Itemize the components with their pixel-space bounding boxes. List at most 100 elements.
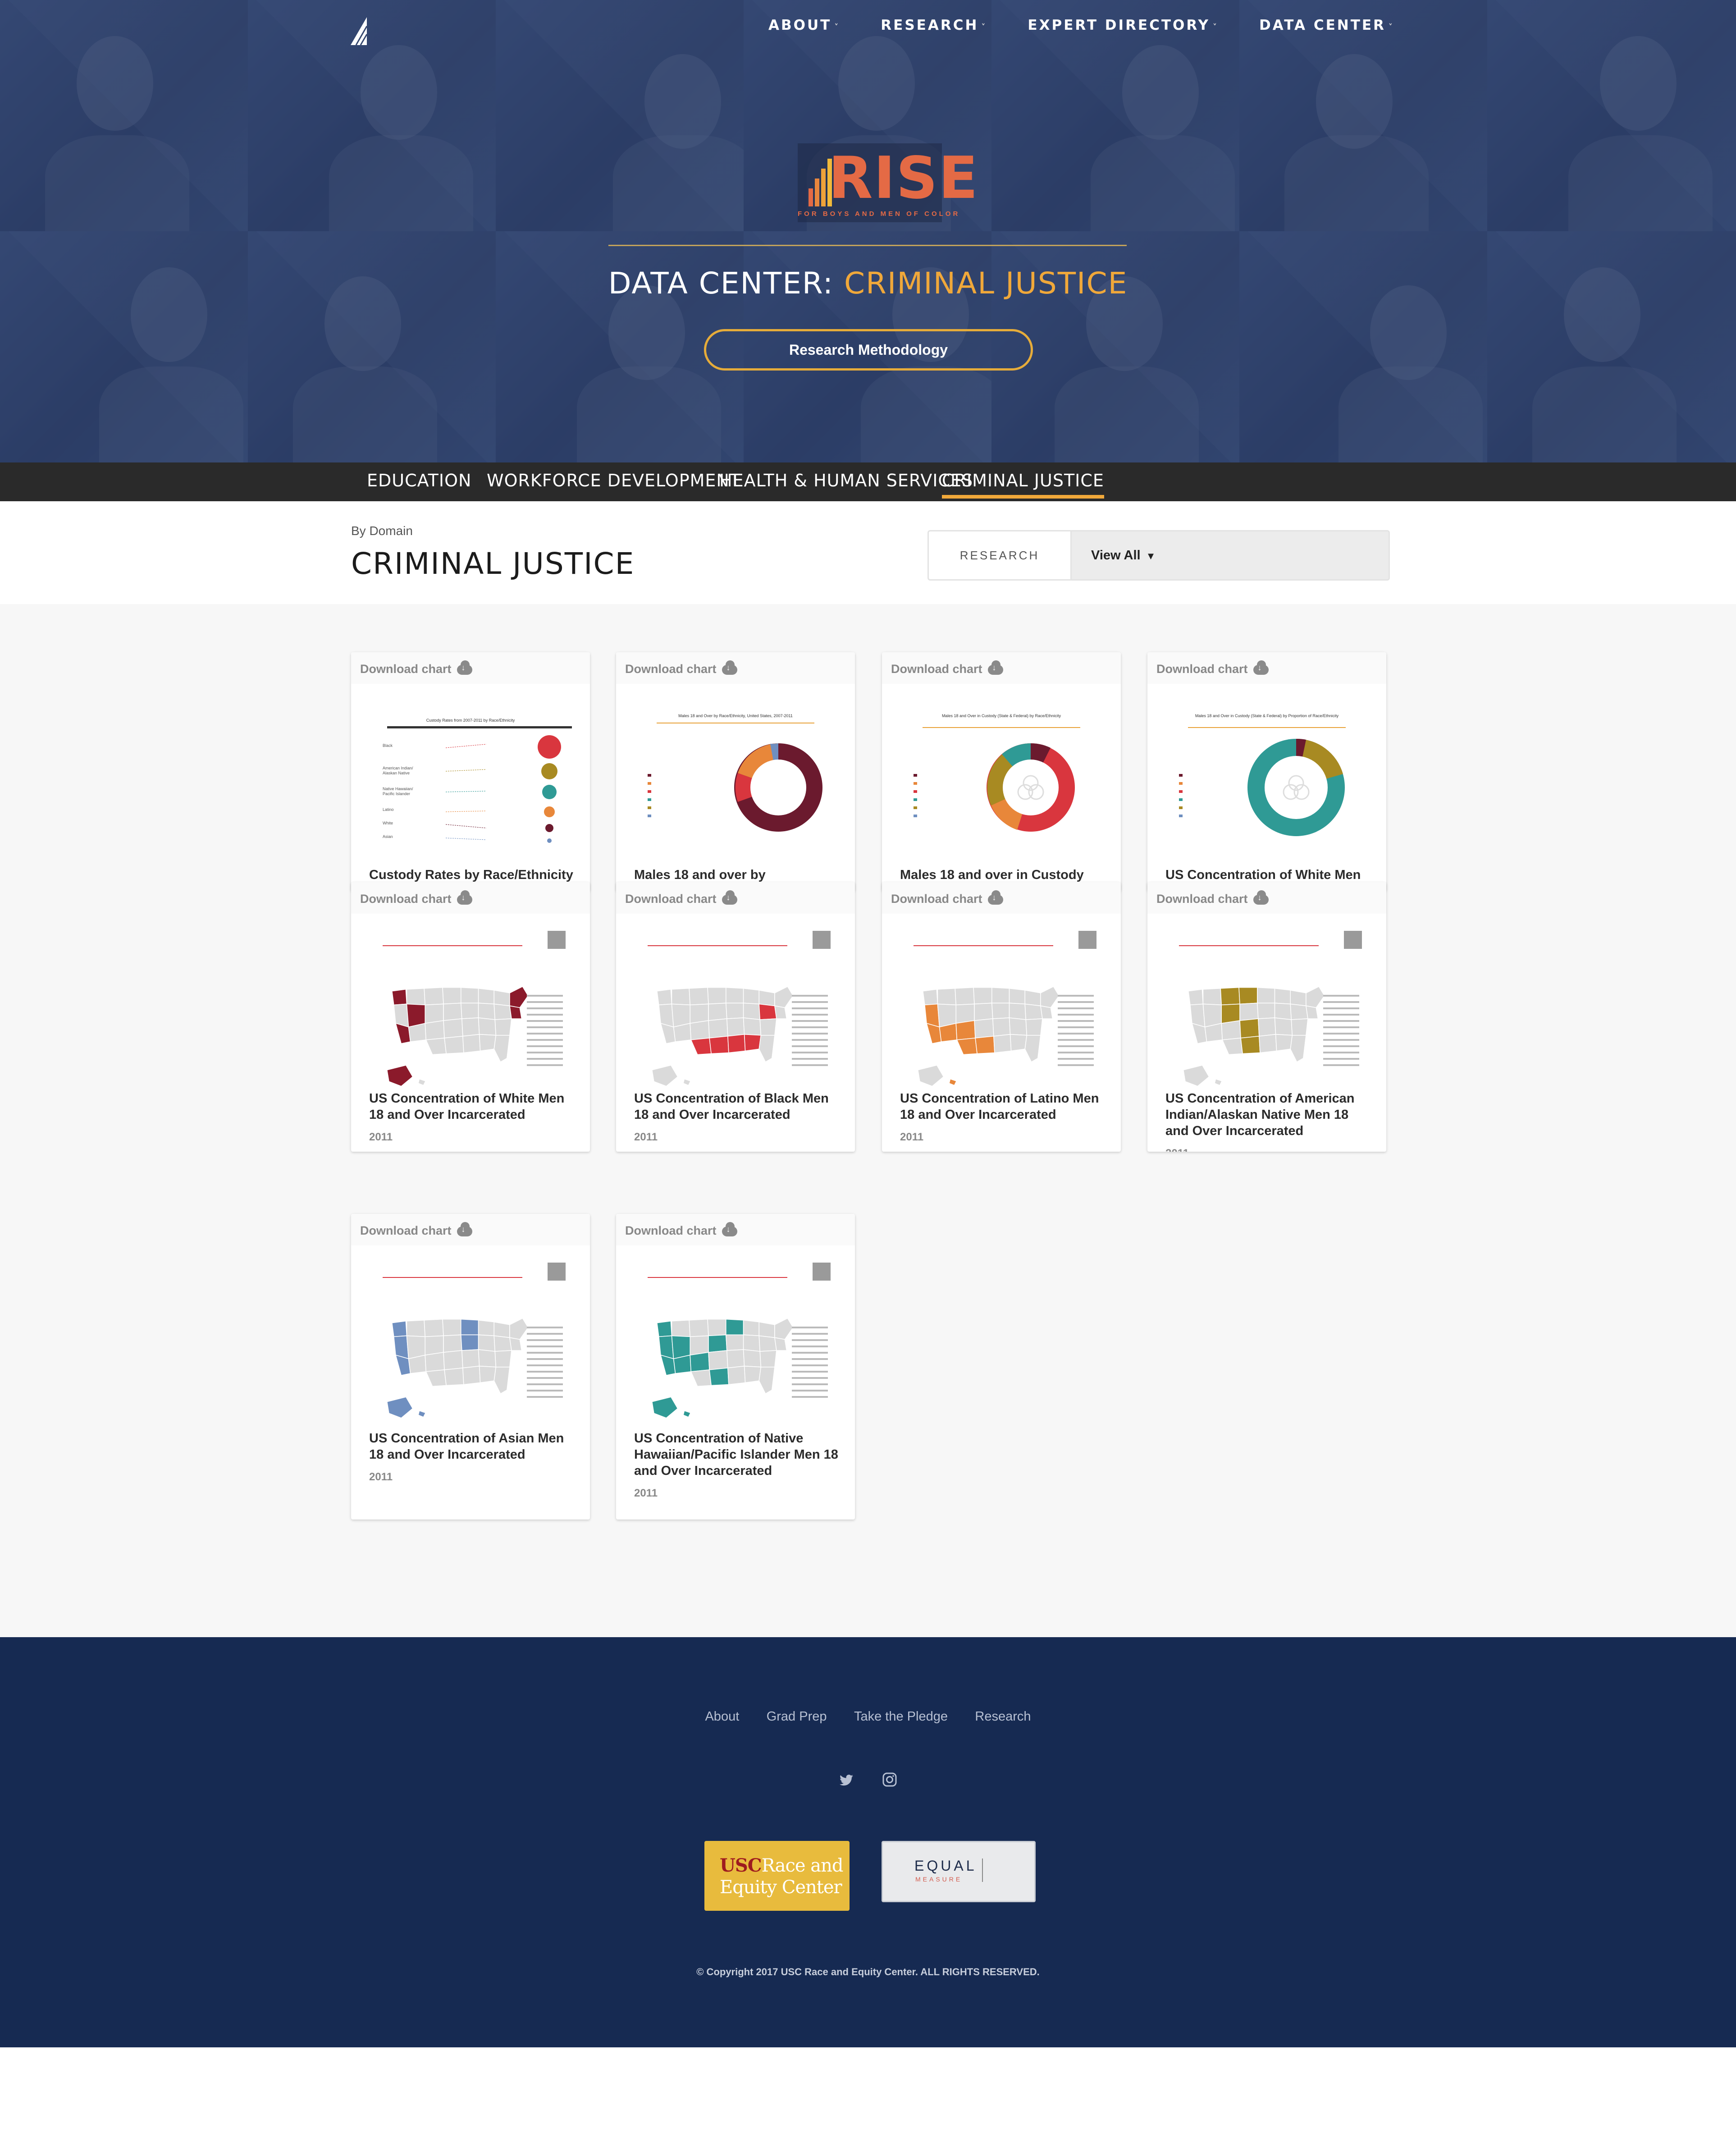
legend-row	[792, 1364, 828, 1366]
us-map-svg	[1179, 931, 1362, 1086]
map-state	[1275, 1034, 1293, 1052]
map-state	[391, 1320, 407, 1337]
map-state	[406, 1003, 426, 1028]
map-hawaii	[1215, 1079, 1222, 1085]
nav-about[interactable]: ABOUT ˅	[768, 17, 840, 33]
download-chart-link[interactable]: Download chart	[891, 890, 1003, 906]
chart-card[interactable]: Download chart Custody Rates from 2007-2…	[351, 652, 590, 891]
map-state	[939, 1023, 958, 1042]
rise-logo-subtitle: FOR BOYS AND MEN OF COLOR	[798, 210, 960, 218]
map-alaska	[387, 1066, 412, 1086]
filter-dropdown[interactable]: View All ▼	[1091, 531, 1156, 579]
map-state	[509, 1337, 522, 1351]
tab-education[interactable]: EDUCATION	[367, 471, 471, 490]
map-state	[955, 1020, 976, 1040]
twitter-icon[interactable]	[838, 1774, 854, 1790]
legend-row	[1058, 1045, 1094, 1047]
nav-research[interactable]: RESEARCH ˅	[881, 17, 987, 33]
map-state	[690, 1003, 709, 1024]
legend-row	[527, 1039, 563, 1041]
map-state	[1274, 1002, 1292, 1020]
nav-data-center[interactable]: DATA CENTER ˅	[1259, 17, 1394, 33]
rise-badge-icon	[1344, 931, 1362, 949]
map-state	[478, 1319, 495, 1337]
chart-card[interactable]: Download chart Males 18 and Over by Race…	[616, 652, 855, 891]
map-state	[478, 1017, 497, 1036]
map-state	[493, 1335, 512, 1352]
legend-row	[792, 1327, 828, 1328]
download-chart-link[interactable]: Download chart	[360, 1222, 472, 1238]
map-state	[425, 1038, 447, 1055]
chart-card[interactable]: Download chart US Concentration of Black…	[616, 882, 855, 1152]
map-state	[727, 1034, 746, 1053]
map-state	[444, 1035, 464, 1054]
download-chart-link[interactable]: Download chart	[1156, 890, 1269, 906]
map-state	[726, 1318, 744, 1336]
card-year: 2011	[1165, 1147, 1189, 1152]
legend-row	[527, 1358, 563, 1360]
legend-row	[527, 1390, 563, 1391]
map-state	[690, 1369, 712, 1387]
map-state	[673, 1023, 692, 1042]
map-hawaii	[949, 1079, 956, 1085]
chart-card[interactable]: Download chart US Concentration of Latin…	[882, 882, 1121, 1152]
map-state	[992, 1017, 1011, 1037]
map-title-rule	[383, 1277, 522, 1278]
download-chart-link[interactable]: Download chart	[1156, 660, 1269, 676]
footer-link-research[interactable]: Research	[975, 1709, 1031, 1724]
chart-card[interactable]: Download chart Males 18 and Over in Cust…	[1147, 652, 1386, 891]
usc-race-equity-logo[interactable]: USCRace and Equity Center	[704, 1841, 850, 1911]
chart-card[interactable]: Download chart US Concentration of Nativ…	[616, 1214, 855, 1520]
download-chart-link[interactable]: Download chart	[625, 1222, 737, 1238]
map-state	[1306, 986, 1325, 1008]
download-chart-link[interactable]: Download chart	[360, 660, 472, 676]
nav-expert-directory[interactable]: EXPERT DIRECTORY ˅	[1028, 17, 1219, 33]
cloud-download-icon	[457, 1222, 472, 1236]
footer-link-take-the-pledge[interactable]: Take the Pledge	[854, 1709, 948, 1724]
hero-title-prefix: DATA CENTER:	[608, 266, 844, 301]
map-state	[956, 1038, 978, 1055]
map-state	[462, 1034, 481, 1053]
svg-text:Native Hawaiian/: Native Hawaiian/	[383, 787, 413, 791]
cloud-download-icon	[457, 660, 472, 675]
chart-card[interactable]: Download chart Males 18 and Over in Cust…	[882, 652, 1121, 891]
legend-row	[792, 1396, 828, 1398]
map-state	[673, 1355, 692, 1374]
download-chart-link[interactable]: Download chart	[625, 660, 737, 676]
map-state	[743, 1349, 762, 1368]
legend-row	[792, 1383, 828, 1385]
tab-workforce-development[interactable]: WORKFORCE DEVELOPMENT	[487, 471, 740, 490]
map-alaska	[387, 1397, 412, 1418]
chart-card[interactable]: Download chart US Concentration of White…	[351, 882, 590, 1152]
map-state	[690, 1335, 709, 1356]
research-methodology-button[interactable]: Research Methodology	[704, 329, 1033, 371]
svg-text:Latino: Latino	[383, 807, 394, 812]
legend-row	[527, 1371, 563, 1373]
chevron-down-icon: ˅	[834, 23, 841, 32]
instagram-icon[interactable]	[882, 1772, 898, 1789]
map-state	[774, 1337, 787, 1351]
footer-link-grad-prep[interactable]: Grad Prep	[767, 1709, 827, 1724]
equal-measure-logo[interactable]: EQUAL MEASURE	[882, 1841, 1036, 1902]
rise-badge-icon	[813, 931, 831, 949]
download-chart-link[interactable]: Download chart	[360, 890, 472, 906]
legend-row	[1323, 1014, 1359, 1016]
legend-row	[527, 1045, 563, 1047]
eq-logo-line2: MEASURE	[915, 1876, 963, 1883]
map-state	[991, 987, 1010, 1004]
legend-row	[1323, 1045, 1359, 1047]
footer-link-about[interactable]: About	[705, 1709, 739, 1724]
domain-header: By Domain CRIMINAL JUSTICE RESEARCH FILT…	[0, 501, 1736, 605]
map-state	[708, 1350, 728, 1370]
chart-card[interactable]: Download chart US Concentration of Ameri…	[1147, 882, 1386, 1152]
legend-row	[792, 1064, 828, 1066]
download-chart-link[interactable]: Download chart	[625, 890, 737, 906]
chart-card[interactable]: Download chart US Concentration of Asian…	[351, 1214, 590, 1520]
footer-links: About Grad Prep Take the Pledge Research	[0, 1709, 1736, 1724]
tab-health-human-services[interactable]: HEALTH & HUMAN SERVICES	[719, 471, 973, 490]
legend-row	[1323, 1052, 1359, 1053]
legend-row	[1058, 1033, 1094, 1034]
download-chart-link[interactable]: Download chart	[891, 660, 1003, 676]
tab-criminal-justice[interactable]: CRIMINAL JUSTICE	[942, 471, 1104, 499]
site-logo-icon[interactable]	[351, 17, 369, 45]
